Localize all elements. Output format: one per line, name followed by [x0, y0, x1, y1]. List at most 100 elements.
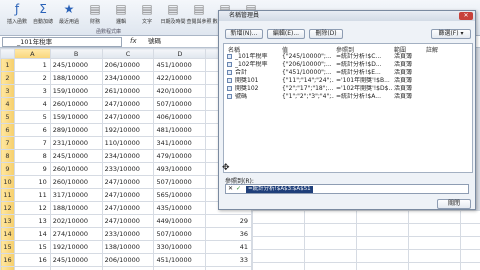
- delete-button[interactable]: 刪除(D): [309, 29, 343, 39]
- cell[interactable]: 247/10000: [101, 110, 155, 124]
- cell[interactable]: 7: [13, 136, 51, 150]
- cell[interactable]: 341/10000: [153, 136, 207, 150]
- names-list[interactable]: 名稱 值 參照到 範圍 註解 _101年稅率 {"245/10000";... =統…: [223, 43, 473, 173]
- cell[interactable]: 159/10000: [49, 84, 103, 98]
- cell[interactable]: 14: [13, 227, 51, 241]
- fx-icon[interactable]: fx: [130, 37, 137, 45]
- column-header[interactable]: A: [13, 48, 51, 59]
- cell[interactable]: 10: [13, 175, 51, 189]
- cell[interactable]: 406/10000: [153, 110, 207, 124]
- cell[interactable]: 41: [205, 240, 252, 254]
- name-list-item[interactable]: 開獎102 {"2";"17";"18";... ='102年開獎'!$D$... 活…: [224, 85, 472, 93]
- cell[interactable]: 245/10000: [49, 149, 103, 163]
- cell[interactable]: 17: [13, 266, 51, 270]
- cell[interactable]: 21: [205, 266, 252, 270]
- cell[interactable]: 507/10000: [153, 97, 207, 111]
- cell[interactable]: 317/10000: [49, 188, 103, 202]
- cell[interactable]: 245/10000: [49, 253, 103, 267]
- cell[interactable]: 247/10000: [101, 175, 155, 189]
- cell[interactable]: 12: [13, 201, 51, 215]
- row-header[interactable]: 4: [0, 97, 15, 111]
- row-header[interactable]: 8: [0, 149, 15, 163]
- row-header[interactable]: 15: [0, 240, 15, 254]
- cell[interactable]: 260/10000: [49, 97, 103, 111]
- cell[interactable]: 420/10000: [153, 84, 207, 98]
- confirm-check-icon[interactable]: ✓: [236, 185, 241, 192]
- ribbon-button[interactable]: ▤ 日期及時間: [160, 2, 186, 30]
- name-list-item[interactable]: 合計 {"451/10000";... =統計分析!$E... 活頁簿: [224, 69, 472, 77]
- name-list-item[interactable]: _101年稅率 {"245/10000";... =統計分析!$C... 活頁簿: [224, 53, 472, 61]
- filter-button[interactable]: 篩選(F) ▾: [431, 29, 471, 39]
- name-list-item[interactable]: 開獎101 {"11";"14";"24";... ='101年開獎'!$B... 活…: [224, 77, 472, 85]
- cell[interactable]: 8: [13, 149, 51, 163]
- row-header[interactable]: 17: [0, 266, 15, 270]
- ribbon-button[interactable]: ▤ 文字: [134, 2, 160, 30]
- cell[interactable]: 4: [13, 97, 51, 111]
- row-header[interactable]: 12: [0, 201, 15, 215]
- cell[interactable]: 481/10000: [153, 123, 207, 137]
- cell[interactable]: 247/10000: [101, 188, 155, 202]
- cell[interactable]: 451/10000: [153, 58, 207, 72]
- cell[interactable]: 36: [205, 227, 252, 241]
- cell[interactable]: 2: [13, 71, 51, 85]
- row-header[interactable]: 2: [0, 71, 15, 85]
- cell[interactable]: 260/10000: [49, 266, 103, 270]
- new-button[interactable]: 新增(N)...: [225, 29, 263, 39]
- cell[interactable]: 202/10000: [49, 214, 103, 228]
- ribbon-button[interactable]: ▤ 財務: [82, 2, 108, 30]
- row-header[interactable]: 14: [0, 227, 15, 241]
- row-header[interactable]: 13: [0, 214, 15, 228]
- column-header[interactable]: B: [49, 48, 103, 59]
- row-header[interactable]: 16: [0, 253, 15, 267]
- ribbon-button[interactable]: Σ 自動加總: [30, 2, 56, 30]
- cell[interactable]: 159/10000: [49, 110, 103, 124]
- cell[interactable]: 507/10000: [153, 175, 207, 189]
- cell[interactable]: 110/10000: [101, 136, 155, 150]
- cell[interactable]: 449/10000: [153, 214, 207, 228]
- cell[interactable]: 245/10000: [49, 58, 103, 72]
- cell[interactable]: 11: [13, 188, 51, 202]
- cell[interactable]: 15: [13, 240, 51, 254]
- cell[interactable]: 260/10000: [49, 175, 103, 189]
- cell[interactable]: 16: [13, 253, 51, 267]
- cell[interactable]: 435/10000: [153, 201, 207, 215]
- cell[interactable]: 5: [13, 110, 51, 124]
- cell[interactable]: 247/10000: [101, 214, 155, 228]
- cell[interactable]: 289/10000: [49, 123, 103, 137]
- row-header[interactable]: 9: [0, 162, 15, 176]
- cell[interactable]: 233/10000: [101, 227, 155, 241]
- cell[interactable]: 6: [13, 123, 51, 137]
- cell[interactable]: 260/10000: [49, 162, 103, 176]
- cell[interactable]: 493/10000: [153, 266, 207, 270]
- cell[interactable]: 233/10000: [101, 266, 155, 270]
- name-list-item[interactable]: 號碼 {"1";"2";"3";"4";... =統計分析!$A... 活頁簿: [224, 93, 472, 101]
- cell[interactable]: 565/10000: [153, 188, 207, 202]
- cell[interactable]: 33: [205, 253, 252, 267]
- cell[interactable]: 3: [13, 84, 51, 98]
- cell[interactable]: 13: [13, 214, 51, 228]
- cell[interactable]: 188/10000: [49, 201, 103, 215]
- cell[interactable]: 206/10000: [101, 253, 155, 267]
- cell[interactable]: 479/10000: [153, 149, 207, 163]
- row-header[interactable]: 5: [0, 110, 15, 124]
- close-button[interactable]: 關閉: [437, 199, 471, 209]
- row-header[interactable]: 10: [0, 175, 15, 189]
- cancel-x-icon[interactable]: ✕: [228, 185, 233, 192]
- refers-to-value[interactable]: =統計分析!$A$3:$A$51: [246, 186, 313, 193]
- ribbon-button[interactable]: ▤ 邏輯: [108, 2, 134, 30]
- cell[interactable]: 234/10000: [101, 149, 155, 163]
- edit-button[interactable]: 編輯(E)...: [267, 29, 305, 39]
- cell[interactable]: 234/10000: [101, 71, 155, 85]
- ribbon-button[interactable]: ▤ 查閱與參照: [186, 2, 212, 30]
- cell[interactable]: 188/10000: [49, 71, 103, 85]
- ribbon-button[interactable]: ★ 最近用過: [56, 2, 82, 30]
- refers-to-field[interactable]: ✕ ✓ =統計分析!$A$3:$A$51: [225, 184, 469, 194]
- cell[interactable]: 9: [13, 162, 51, 176]
- row-header[interactable]: 1: [0, 58, 15, 72]
- cell[interactable]: 233/10000: [101, 162, 155, 176]
- formula-bar-input[interactable]: 號碼: [148, 37, 161, 46]
- close-icon[interactable]: ✕: [459, 12, 473, 20]
- cell[interactable]: 261/10000: [101, 84, 155, 98]
- name-list-item[interactable]: _102年稅率 {"206/10000";... =統計分析!$D... 活頁簿: [224, 61, 472, 69]
- cell[interactable]: 231/10000: [49, 136, 103, 150]
